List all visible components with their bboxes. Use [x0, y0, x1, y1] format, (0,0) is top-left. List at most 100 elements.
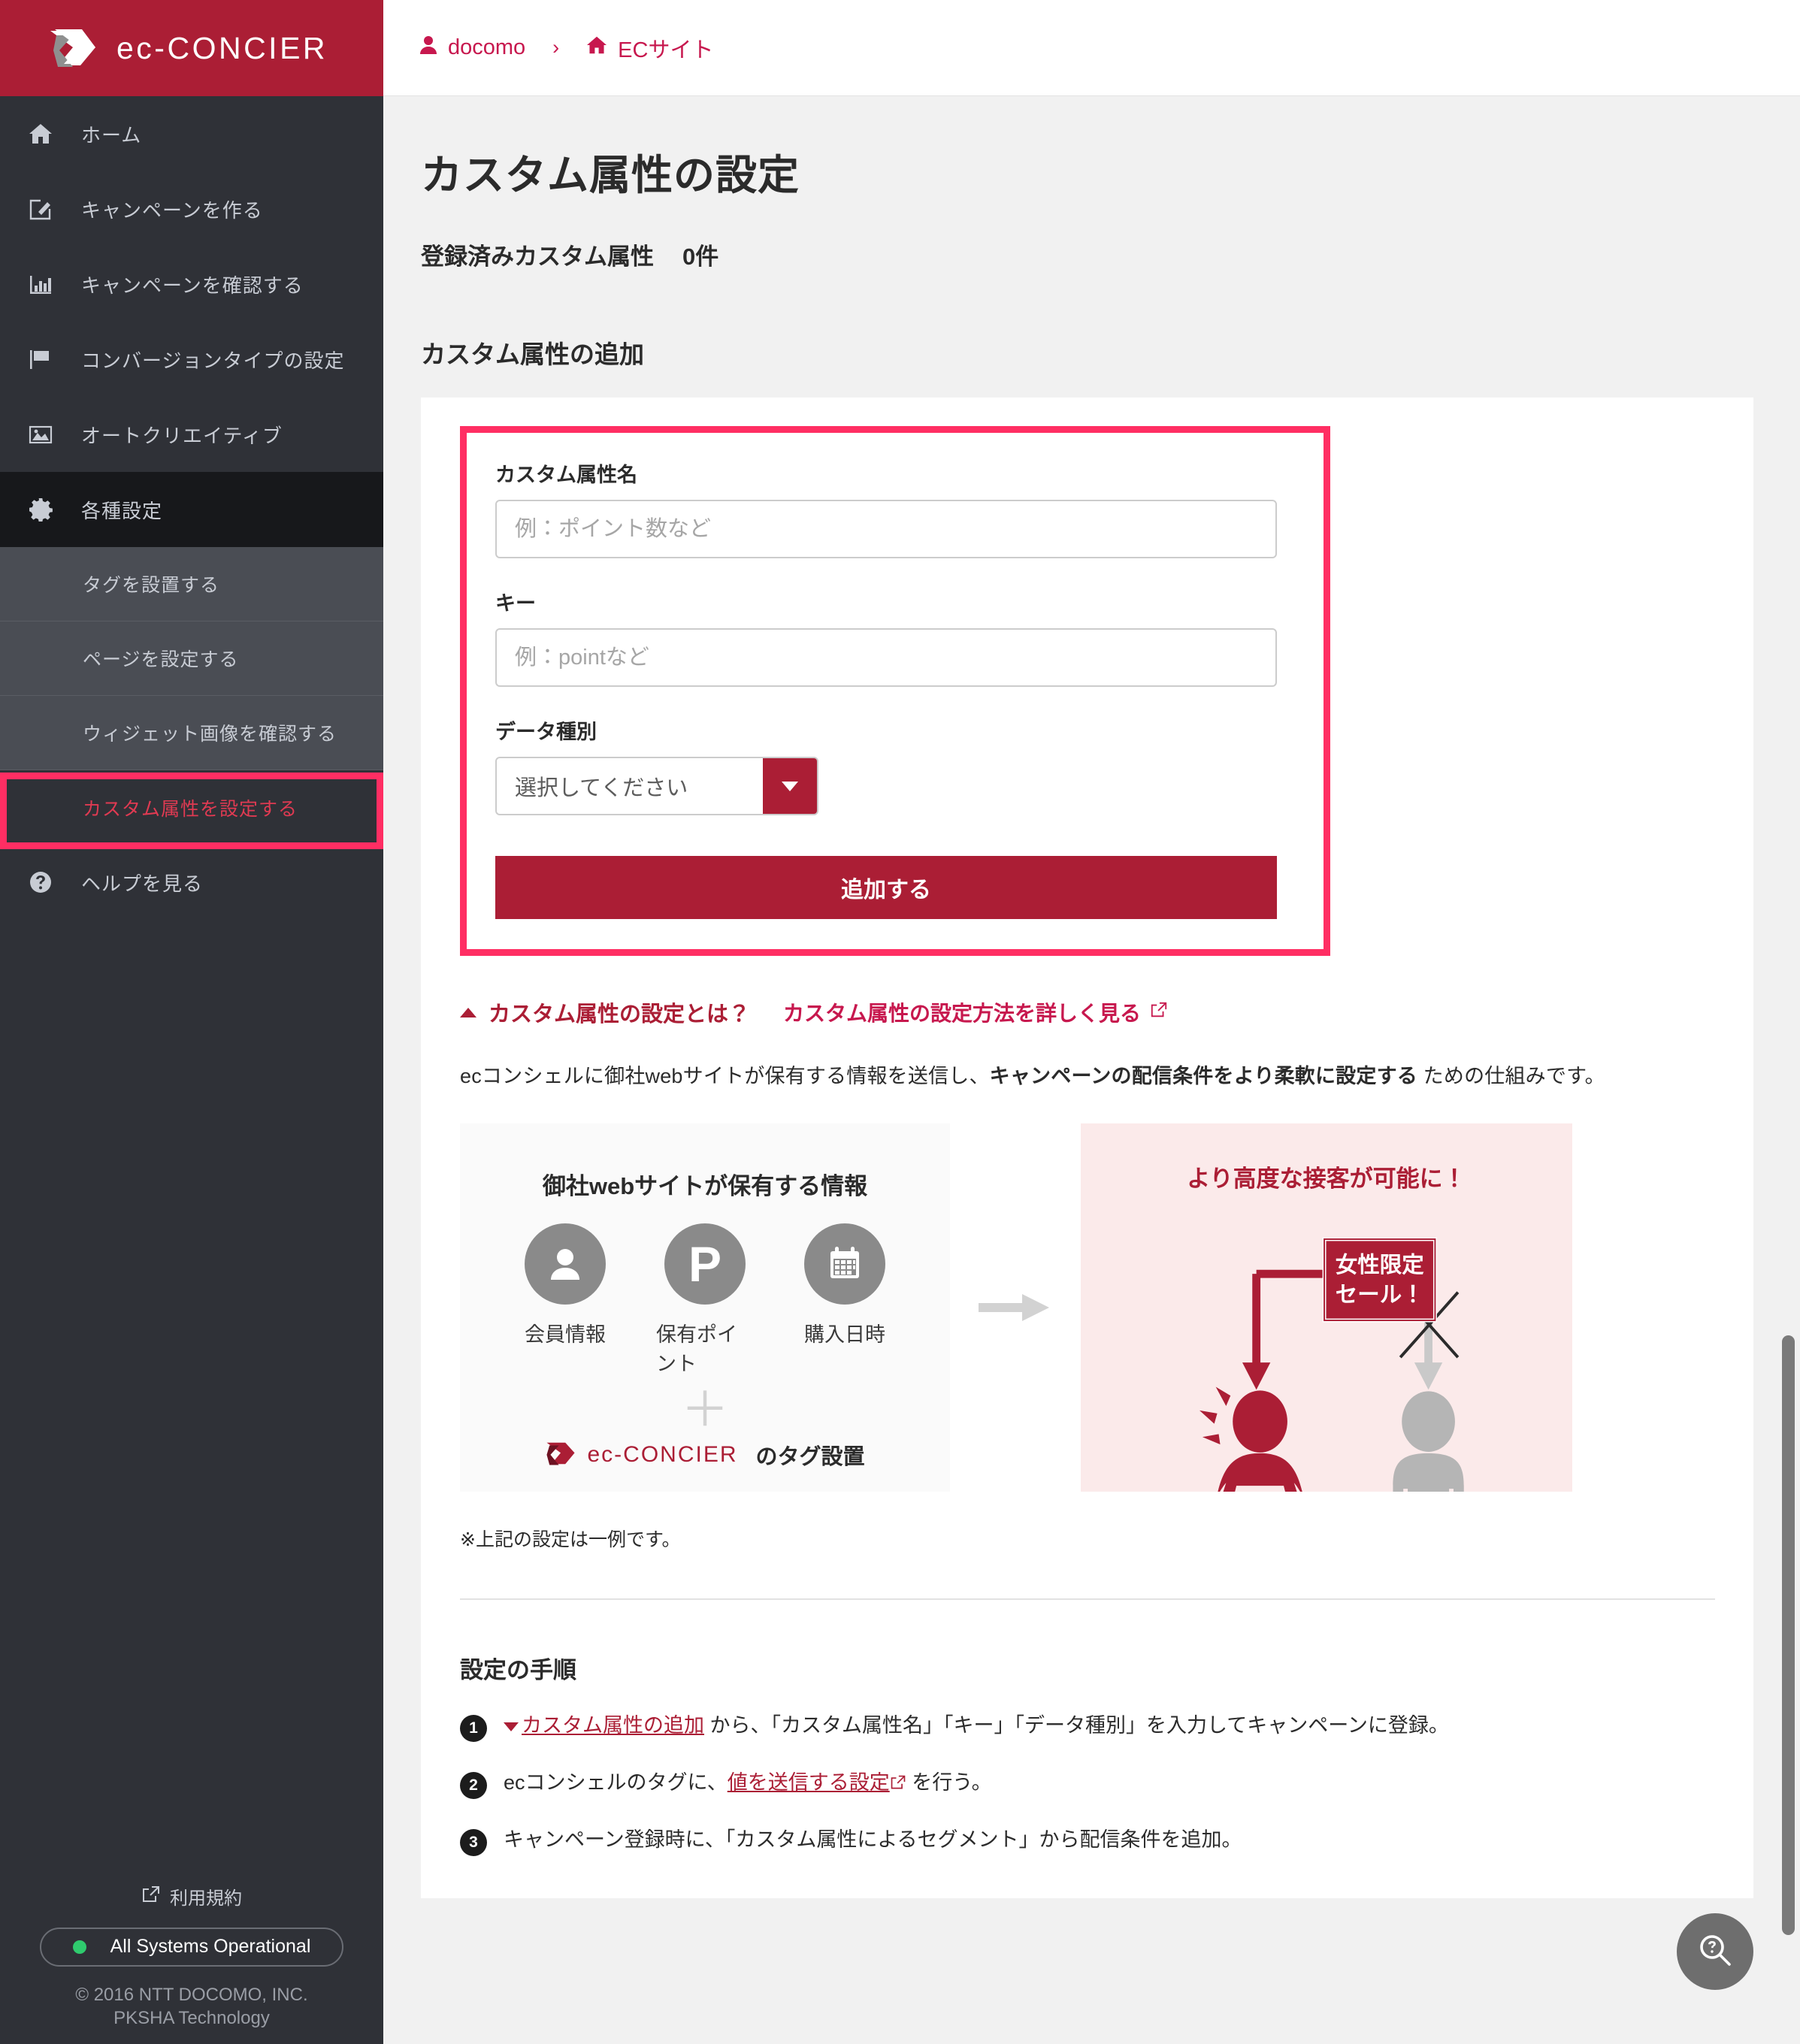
step-2-link[interactable]: 値を送信する設定 — [728, 1771, 906, 1794]
explanation-body-strong: キャンペーンの配信条件をより柔軟に設定する — [989, 1065, 1417, 1087]
sidebar-subitem-widget-image[interactable]: ウィジェット画像を確認する — [0, 696, 383, 770]
diagram-item-caption: 保有ポイント — [656, 1323, 737, 1375]
copyright-line-1: © 2016 NTT DOCOMO, INC. — [75, 1984, 308, 2005]
explanation-detail-link[interactable]: カスタム属性の設定方法を詳しく見る — [783, 997, 1168, 1027]
diagram-right-panel: より高度な接客が可能に！ 女性限定 セール！ — [1081, 1123, 1572, 1492]
user-icon — [419, 35, 437, 61]
external-link-icon — [1150, 1000, 1168, 1024]
sidebar: ec-CONCIER ホーム キャンペーンを作る キャンペーンを確認する コンバ… — [0, 0, 383, 2044]
status-label: All Systems Operational — [110, 1936, 311, 1958]
sidebar-item-label: ヘルプを見る — [81, 872, 204, 895]
right-arrow-icon — [950, 1291, 1081, 1324]
bar-chart-icon — [29, 273, 69, 295]
diagram-tag-suffix: のタグ設置 — [755, 1445, 865, 1470]
step-number: 2 — [460, 1772, 487, 1799]
sidebar-item-help[interactable]: ヘルプを見る — [0, 845, 383, 920]
sidebar-item-label: コンバージョンタイプの設定 — [81, 349, 345, 372]
step-item: 3 キャンペーン登録時に、「カスタム属性によるセグメント」から配信条件を追加。 — [460, 1828, 1714, 1856]
sidebar-subitem-label: タグを設置する — [83, 575, 220, 596]
sidebar-item-check-campaign[interactable]: キャンペーンを確認する — [0, 246, 383, 322]
vertical-scrollbar[interactable] — [1782, 1335, 1795, 1935]
sidebar-item-label: オートクリエイティブ — [81, 424, 283, 447]
sidebar-subitem-custom-attribute[interactable]: カスタム属性を設定する — [0, 770, 383, 845]
image-icon — [29, 423, 69, 446]
svg-text:セール！: セール！ — [1336, 1282, 1424, 1307]
sidebar-item-settings[interactable]: 各種設定 — [0, 472, 383, 547]
chevron-up-icon — [460, 1007, 476, 1017]
question-circle-icon — [29, 870, 69, 894]
segmentation-illustration: 女性限定 セール！ — [1199, 1237, 1464, 1492]
sidebar-item-home[interactable]: ホーム — [0, 96, 383, 171]
sidebar-item-label: ホーム — [81, 123, 142, 147]
page-title: カスタム属性の設定 — [421, 152, 800, 198]
diagram-item-caption: 購入日時 — [804, 1323, 885, 1346]
diagram-tag-line: ec-CONCIER のタグ設置 — [545, 1438, 865, 1472]
sidebar-item-conversion-type[interactable]: コンバージョンタイプの設定 — [0, 322, 383, 397]
diagram-note: ※上記の設定は一例です。 — [460, 1529, 681, 1550]
data-type-select[interactable]: 選択してください — [495, 757, 818, 815]
diagram-left-title: 御社webサイトが保有する情報 — [542, 1173, 868, 1199]
add-attribute-card: カスタム属性名 キー データ種別 選択してください 追加する カスタム属性の設定… — [421, 398, 1753, 1898]
point-p-icon: P — [664, 1223, 746, 1305]
step-3-text: キャンペーン登録時に、「カスタム属性によるセグメント」から配信条件を追加。 — [504, 1828, 1242, 1851]
brand-name: ec-CONCIER — [116, 30, 328, 65]
breadcrumb-account[interactable]: docomo — [448, 35, 525, 60]
diagram-icon-row: 会員情報 P 保有ポイント 購入日時 — [516, 1223, 894, 1377]
sidebar-item-create-campaign[interactable]: キャンペーンを作る — [0, 171, 383, 246]
diagram-item: P 保有ポイント — [656, 1223, 754, 1377]
sidebar-footer: 利用規約 All Systems Operational © 2016 NTT … — [0, 1867, 383, 2044]
sidebar-subitem-install-tag[interactable]: タグを設置する — [0, 547, 383, 621]
step-1-text: から、「カスタム属性名」「キー」「データ種別」を入力してキャンペーンに登録。 — [704, 1714, 1449, 1737]
sidebar-item-auto-creative[interactable]: オートクリエイティブ — [0, 397, 383, 472]
step-2-text: を行う。 — [906, 1771, 992, 1794]
registered-label: 登録済みカスタム属性 — [421, 243, 654, 270]
explanation-body: ecコンシェルに御社webサイトが保有する情報を送信し、キャンペーンの配信条件を… — [460, 1060, 1714, 1089]
attribute-name-label: カスタム属性名 — [495, 464, 637, 486]
sidebar-item-label: キャンペーンを作る — [81, 198, 263, 222]
settings-subnav: タグを設置する ページを設定する ウィジェット画像を確認する カスタム属性を設定… — [0, 547, 383, 845]
diagram-right-title: より高度な接客が可能に！ — [1187, 1166, 1466, 1192]
diagram-left-panel: 御社webサイトが保有する情報 会員情報 P 保有ポイント 購入日時 ＋ ec-… — [460, 1123, 950, 1492]
chevron-down-icon — [763, 758, 817, 814]
add-attribute-form: カスタム属性名 キー データ種別 選択してください 追加する — [460, 426, 1330, 956]
help-search-fab[interactable] — [1677, 1913, 1753, 1990]
help-search-icon — [1696, 1931, 1734, 1973]
sidebar-subitem-label: ウィジェット画像を確認する — [83, 724, 337, 745]
attribute-key-input[interactable] — [495, 628, 1277, 687]
diagram-item-caption: 会員情報 — [525, 1323, 606, 1346]
sidebar-item-label: 各種設定 — [81, 499, 163, 522]
step-2-pre: ecコンシェルのタグに、 — [504, 1771, 728, 1794]
section-divider — [460, 1598, 1715, 1600]
explanation-toggle[interactable]: カスタム属性の設定とは？ — [460, 996, 750, 1028]
brand-header[interactable]: ec-CONCIER — [0, 0, 383, 96]
steps-title: 設定の手順 — [460, 1657, 576, 1683]
topbar: docomo › ECサイト — [383, 0, 1800, 96]
terms-of-use-link[interactable]: 利用規約 — [0, 1867, 383, 1928]
gear-icon — [29, 497, 69, 522]
sidebar-subitem-label: ページを設定する — [83, 649, 239, 670]
terms-label: 利用規約 — [170, 1888, 242, 1909]
copyright: © 2016 NTT DOCOMO, INC. PKSHA Technology — [0, 1967, 383, 2030]
step-1-link[interactable]: カスタム属性の追加 — [504, 1714, 704, 1737]
explanation-body-pre: ecコンシェルに御社webサイトが保有する情報を送信し、 — [460, 1065, 990, 1087]
breadcrumb: docomo › ECサイト — [419, 32, 713, 64]
explanation-link-label: カスタム属性の設定方法を詳しく見る — [783, 1002, 1142, 1025]
data-type-label: データ種別 — [495, 721, 597, 743]
breadcrumb-separator: › — [552, 36, 560, 59]
add-button[interactable]: 追加する — [495, 856, 1277, 919]
home-icon — [29, 122, 69, 145]
diagram-tag-brand: ec-CONCIER — [587, 1442, 738, 1468]
chevron-down-icon — [504, 1722, 519, 1731]
explanation-body-post: ための仕組みです。 — [1417, 1065, 1605, 1087]
ec-concier-logo-icon — [47, 25, 98, 71]
ec-concier-logo-icon — [545, 1438, 576, 1472]
external-link-icon — [890, 1771, 906, 1794]
status-badge[interactable]: All Systems Operational — [40, 1927, 343, 1967]
app-root: ec-CONCIER ホーム キャンペーンを作る キャンペーンを確認する コンバ… — [0, 0, 1800, 2044]
sidebar-subitem-configure-page[interactable]: ページを設定する — [0, 621, 383, 696]
calendar-icon — [804, 1223, 885, 1305]
breadcrumb-site[interactable]: ECサイト — [618, 32, 713, 64]
attribute-name-input[interactable] — [495, 500, 1277, 558]
diagram-item: 会員情報 — [516, 1223, 614, 1377]
plus-icon: ＋ — [681, 1383, 729, 1437]
